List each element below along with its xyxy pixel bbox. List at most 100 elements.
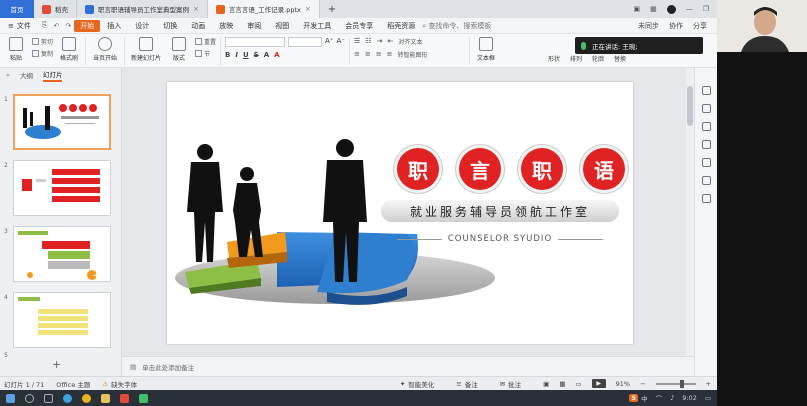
font-color-icon[interactable]: A: [274, 51, 279, 59]
font-family-select[interactable]: [225, 37, 286, 47]
text-direction-button[interactable]: 对齐文本: [398, 37, 422, 46]
tab-presentation[interactable]: 言言言语_工作记录.pptx ×: [207, 0, 320, 18]
layout-icon[interactable]: ▣: [633, 5, 640, 13]
slide-current[interactable]: 职 言 职 语 就业服务辅导员领航工作室 COUNSELOR SYUDIO: [167, 82, 633, 344]
reset-button[interactable]: 重置: [195, 37, 216, 46]
volume-icon[interactable]: ♪: [670, 394, 674, 402]
tab-outline[interactable]: 大纲: [20, 70, 33, 80]
settings-sliders-icon[interactable]: [701, 104, 711, 113]
windows-start-icon[interactable]: [6, 393, 15, 403]
notes-pane[interactable]: ▤ 单击此处添加备注: [122, 356, 694, 376]
normal-view-icon[interactable]: ▣: [543, 380, 549, 388]
new-tab-button[interactable]: +: [320, 0, 344, 18]
wps-icon[interactable]: [120, 393, 129, 403]
shape-button[interactable]: 形状: [548, 54, 560, 63]
command-search[interactable]: ⌕ 查找命令、搜索模板: [422, 21, 491, 31]
menu-animation[interactable]: 动画: [184, 21, 212, 31]
text-box-button[interactable]: 文本框: [474, 37, 498, 62]
folder-icon[interactable]: [101, 393, 110, 403]
menu-docer-resources[interactable]: 稻壳资源: [380, 21, 422, 31]
browser-icon[interactable]: [63, 393, 72, 403]
close-icon[interactable]: ×: [305, 5, 311, 13]
replace-button[interactable]: 替换: [614, 54, 626, 63]
minimize-icon[interactable]: —: [686, 5, 693, 13]
play-slideshow-button[interactable]: ▶: [591, 379, 606, 388]
strike-icon[interactable]: S: [254, 51, 259, 59]
grid-icon[interactable]: ▦: [650, 5, 657, 13]
align-center-icon[interactable]: ≡: [365, 50, 371, 59]
indent-icon[interactable]: ⇥: [377, 37, 383, 46]
template-icon[interactable]: [701, 158, 711, 167]
font-shrink-icon[interactable]: A⁻: [337, 37, 345, 47]
search-icon[interactable]: [25, 393, 34, 403]
slide-thumbnail-3[interactable]: +: [13, 226, 111, 282]
slide-thumbnail-2[interactable]: [13, 160, 111, 216]
notes-toggle[interactable]: ≡ 备注: [456, 379, 477, 389]
add-slide-button[interactable]: +: [52, 358, 61, 371]
star-icon[interactable]: [701, 122, 711, 131]
missing-font-button[interactable]: ⚠ 缺失字体: [102, 379, 137, 389]
menu-transition[interactable]: 切换: [156, 21, 184, 31]
outdent-icon[interactable]: ⇤: [387, 37, 393, 46]
notification-icon[interactable]: ▭: [705, 394, 711, 402]
close-icon[interactable]: ×: [193, 5, 199, 13]
copy-button[interactable]: 复制: [32, 49, 53, 58]
italic-icon[interactable]: I: [235, 51, 238, 59]
slide-thumbnail-4[interactable]: [13, 292, 111, 348]
menu-developer[interactable]: 开发工具: [296, 21, 338, 31]
align-right-icon[interactable]: ≡: [376, 50, 382, 59]
comments-toggle[interactable]: ✉ 批注: [500, 379, 521, 389]
share-icon[interactable]: [701, 194, 711, 203]
task-view-icon[interactable]: [44, 393, 53, 403]
font-grow-icon[interactable]: A⁺: [325, 37, 333, 47]
smart-beautify-button[interactable]: ✦ 智能美化: [400, 379, 434, 389]
sync-status[interactable]: 未同步: [638, 21, 659, 31]
convert-smartart-button[interactable]: 转智能图形: [398, 50, 428, 59]
layout-button[interactable]: 版式: [167, 37, 191, 62]
zoom-out-icon[interactable]: −: [640, 380, 645, 388]
comment-icon[interactable]: [701, 140, 711, 149]
scrollbar-thumb[interactable]: [687, 86, 693, 126]
numbering-icon[interactable]: ☷: [365, 37, 371, 46]
zoom-slider[interactable]: [655, 379, 696, 388]
format-painter-button[interactable]: 格式刷: [57, 37, 81, 62]
font-size-select[interactable]: [288, 37, 323, 47]
zoom-slider-handle[interactable]: [679, 379, 684, 388]
slide-thumbnail-1[interactable]: [13, 94, 111, 150]
network-icon[interactable]: ⌒: [656, 393, 663, 403]
restore-icon[interactable]: ❐: [703, 5, 709, 13]
collapse-panel-icon[interactable]: «: [6, 71, 10, 79]
file-menu[interactable]: ≡ 文件: [0, 21, 39, 31]
paste-button[interactable]: 粘贴: [4, 37, 28, 62]
menu-member[interactable]: 会员专享: [338, 21, 380, 31]
arrange-button[interactable]: 排列: [570, 54, 582, 63]
undo-icon[interactable]: ↶: [50, 22, 62, 30]
new-slide-button[interactable]: 新建幻灯片: [129, 37, 163, 62]
justify-icon[interactable]: ≡: [387, 50, 393, 59]
ime-indicator[interactable]: S 中: [629, 393, 648, 403]
section-button[interactable]: 节: [195, 49, 216, 58]
menu-home[interactable]: 开始: [74, 19, 101, 32]
tab-document[interactable]: 职言职语辅导员工作室典型案例 ×: [77, 0, 208, 18]
tab-slides[interactable]: 幻灯片: [42, 69, 63, 82]
bold-icon[interactable]: B: [225, 51, 230, 59]
menu-insert[interactable]: 插入: [100, 21, 128, 31]
redo-icon[interactable]: ↷: [62, 22, 74, 30]
gear-icon[interactable]: [701, 176, 711, 185]
menu-design[interactable]: 设计: [128, 21, 156, 31]
rocket-icon[interactable]: [701, 86, 711, 95]
tab-home[interactable]: 首页: [0, 0, 34, 18]
sorter-view-icon[interactable]: ▦: [559, 380, 565, 388]
reading-view-icon[interactable]: ▭: [575, 380, 581, 388]
avatar[interactable]: [666, 4, 676, 14]
tab-docer[interactable]: 稻壳: [34, 0, 77, 18]
share-button[interactable]: 分享: [693, 21, 707, 31]
chrome-icon[interactable]: [82, 393, 91, 403]
outline-button[interactable]: 轮廓: [592, 54, 604, 63]
bullets-icon[interactable]: ☰: [354, 37, 360, 46]
save-icon[interactable]: ⎘: [39, 21, 51, 30]
collaborate-button[interactable]: 协作: [669, 21, 683, 31]
vertical-scrollbar[interactable]: [686, 68, 694, 356]
menu-view[interactable]: 视图: [268, 21, 296, 31]
zoom-in-icon[interactable]: +: [706, 380, 711, 388]
